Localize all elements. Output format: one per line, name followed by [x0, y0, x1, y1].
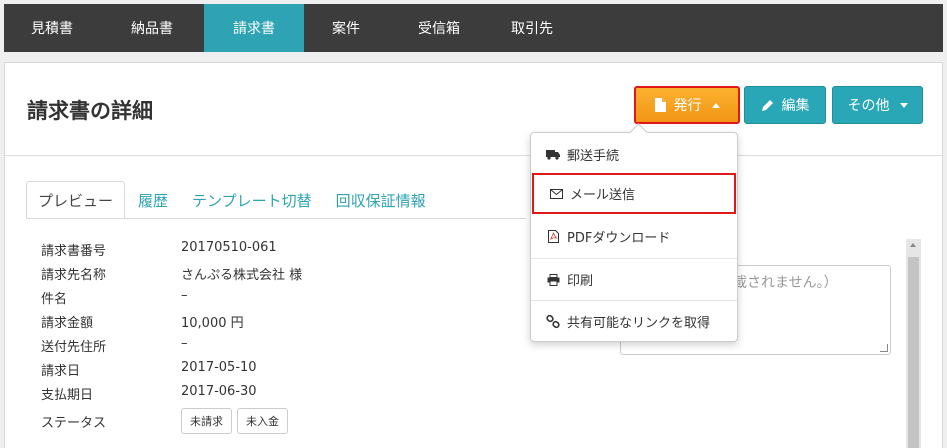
status-badge: 未請求	[181, 408, 232, 434]
detail-label: 請求先名称	[41, 268, 107, 283]
header-divider	[5, 155, 942, 156]
detail-tabs: プレビュー 履歴 テンプレート切替 回収保証情報	[26, 181, 439, 219]
detail-label: 請求書番号	[41, 244, 107, 259]
scroll-up-arrow-icon[interactable]	[910, 243, 916, 247]
nav-item-inbox[interactable]: 受信箱	[388, 4, 490, 52]
edit-button-label: 編集	[781, 98, 810, 114]
tab-collection-guarantee[interactable]: 回収保証情報	[325, 181, 437, 219]
page-title: 請求書の詳細	[27, 99, 153, 123]
caret-up-icon	[711, 102, 720, 108]
detail-label: 送付先住所	[41, 340, 107, 355]
menu-item-label: 共有可能なリンクを取得	[567, 316, 711, 331]
link-icon	[545, 314, 561, 329]
file-icon	[654, 98, 666, 112]
pdf-file-icon	[545, 230, 561, 243]
menu-item-send-email[interactable]: メール送信	[532, 173, 736, 214]
main-panel: 請求書の詳細 発行 編集 その他 プレビュー 履歴 テンプレート切替 回収保証情…	[4, 62, 943, 448]
truck-icon	[545, 149, 561, 160]
detail-label: 請求金額	[41, 316, 94, 331]
memo-text: 載されません。）	[733, 275, 838, 291]
nav-item-delivery[interactable]: 納品書	[100, 4, 204, 52]
detail-value: 2017-06-30	[181, 384, 257, 399]
detail-value: さんぷる株式会社 様	[181, 268, 303, 283]
resize-handle-icon[interactable]	[880, 344, 888, 352]
envelope-icon	[548, 188, 564, 199]
detail-row: 送付先住所 –	[41, 336, 188, 355]
detail-value: 20170510-061	[181, 240, 277, 255]
detail-value: –	[181, 336, 188, 351]
scrollbar-thumb[interactable]	[908, 257, 919, 448]
status-label: ステータス	[41, 415, 107, 431]
menu-item-label: 郵送手続	[567, 149, 620, 164]
edit-button[interactable]: 編集	[744, 86, 826, 124]
detail-row: 件名 –	[41, 288, 188, 307]
nav-item-partner[interactable]: 取引先	[490, 4, 574, 52]
scrollbar[interactable]	[906, 239, 921, 448]
detail-label: 請求日	[41, 364, 81, 379]
nav-item-project[interactable]: 案件	[304, 4, 388, 52]
detail-value: –	[181, 288, 188, 303]
tabs-underline	[26, 218, 526, 219]
detail-label: 支払期日	[41, 388, 94, 403]
top-nav: 見積書 納品書 請求書 案件 受信箱 取引先	[4, 4, 943, 52]
menu-item-share-link[interactable]: 共有可能なリンクを取得	[531, 301, 737, 342]
menu-item-pdf-download[interactable]: PDFダウンロード	[531, 216, 737, 257]
issue-button-label: 発行	[673, 98, 702, 114]
other-button-label: その他	[847, 98, 890, 114]
pencil-icon	[761, 99, 774, 112]
detail-row: 支払期日 2017-06-30	[41, 384, 257, 403]
detail-row: 請求金額 10,000 円	[41, 312, 244, 331]
tab-history[interactable]: 履歴	[127, 181, 179, 219]
nav-item-invoice[interactable]: 請求書	[204, 4, 304, 52]
status-row: ステータス 未請求 未入金	[41, 408, 293, 434]
detail-value: 2017-05-10	[181, 360, 257, 375]
nav-item-estimate[interactable]: 見積書	[4, 4, 100, 52]
menu-item-label: メール送信	[570, 188, 636, 203]
menu-item-label: PDFダウンロード	[567, 231, 671, 246]
detail-row: 請求書番号 20170510-061	[41, 240, 277, 259]
detail-value: 10,000 円	[181, 316, 244, 331]
other-button[interactable]: その他	[832, 86, 923, 124]
tab-template-switch[interactable]: テンプレート切替	[181, 181, 323, 219]
caret-down-icon	[899, 102, 908, 108]
print-icon	[545, 273, 561, 286]
status-badge: 未入金	[237, 408, 288, 434]
issue-dropdown-menu: 郵送手続 メール送信 PDFダウンロード 印刷 共有可能なリンクを取得	[530, 132, 738, 342]
menu-item-print[interactable]: 印刷	[531, 259, 737, 300]
detail-row: 請求先名称 さんぷる株式会社 様	[41, 264, 302, 283]
tab-preview[interactable]: プレビュー	[26, 181, 126, 219]
detail-label: 件名	[41, 292, 68, 307]
detail-row: 請求日 2017-05-10	[41, 360, 257, 379]
menu-item-label: 印刷	[567, 274, 594, 289]
issue-button[interactable]: 発行	[634, 86, 740, 124]
menu-item-postal[interactable]: 郵送手続	[531, 134, 737, 175]
